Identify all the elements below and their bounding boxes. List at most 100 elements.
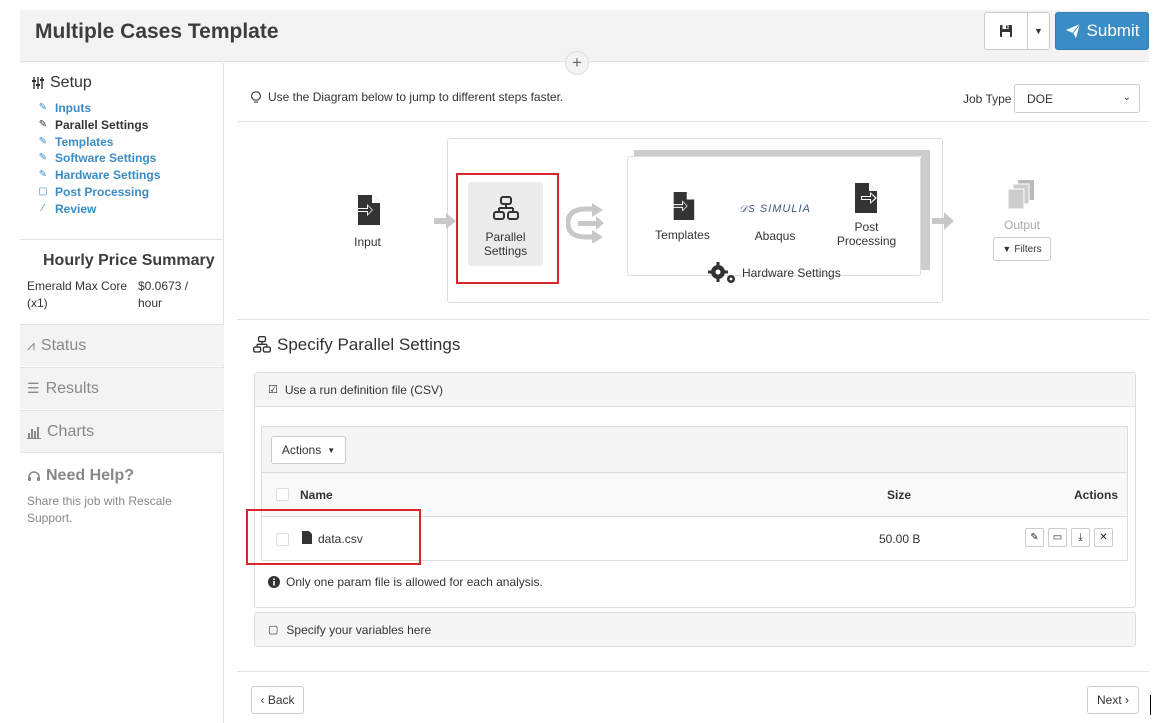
submit-button[interactable]: Submit <box>1055 12 1149 50</box>
square-icon: ▢ <box>268 624 279 636</box>
divider <box>237 121 1149 122</box>
pencil-icon: ✎ <box>1030 532 1039 543</box>
sidebar-item-label: Hardware Settings <box>55 168 161 183</box>
help-text[interactable]: Share this job with Rescale Support. <box>27 493 197 527</box>
diagram-node-output[interactable]: Output <box>990 180 1054 232</box>
charts-label: Charts <box>47 422 95 440</box>
sidebar-item-templates[interactable]: ✎ Templates <box>37 134 160 151</box>
input-label: Input <box>354 235 381 249</box>
paper-plane-icon <box>1065 23 1080 38</box>
sim-box-shadow <box>921 150 930 270</box>
hardware-settings-label: Hardware Settings <box>742 266 841 280</box>
csv-panel-header[interactable]: ☑ Use a run definition file (CSV) <box>255 373 1135 407</box>
col-name-header[interactable]: Name <box>300 488 333 502</box>
checked-edit-icon: ☑ <box>268 384 278 396</box>
expand-header-button[interactable]: + <box>565 51 589 75</box>
select-all-checkbox[interactable] <box>276 488 289 501</box>
file-import-icon <box>355 195 380 225</box>
price-core-value: $0.0673 / hour <box>138 279 189 310</box>
edit-icon: ✎ <box>38 118 48 130</box>
copy-files-icon <box>1007 180 1034 210</box>
sidebar-item-parallel-settings[interactable]: ✎ Parallel Settings <box>37 117 160 134</box>
help-title: Need Help? <box>27 467 134 485</box>
next-button[interactable]: Next › <box>1087 686 1139 714</box>
save-button[interactable] <box>984 12 1028 50</box>
save-options-dropdown[interactable]: ▼ <box>1027 12 1050 50</box>
magic-wand-icon: ⁄ <box>42 202 44 214</box>
sidebar-item-review[interactable]: ⁄ Review <box>37 201 160 218</box>
filter-icon: ▼ <box>1002 244 1012 254</box>
bar-chart-icon <box>27 426 41 439</box>
sidebar-section-results[interactable]: ☰ Results <box>20 367 224 409</box>
text-cursor <box>1150 695 1151 715</box>
heartbeat-icon: ⩘ <box>27 337 35 353</box>
variables-panel-header[interactable]: ▢ Specify your variables here <box>254 612 1136 647</box>
monitor-icon: ▭ <box>1052 532 1063 543</box>
arrow-right-icon <box>434 213 456 229</box>
filters-label: Filters <box>1014 243 1042 255</box>
csv-panel-label: Use a run definition file (CSV) <box>284 382 443 397</box>
actions-dropdown-button[interactable]: Actions ▼ <box>271 436 346 464</box>
post-label-line1: Post <box>854 220 879 234</box>
edit-icon: ✎ <box>38 135 48 147</box>
output-label: Output <box>1003 218 1041 232</box>
sidebar-item-inputs[interactable]: ✎ Inputs <box>37 100 160 117</box>
price-summary-title: Hourly Price Summary <box>43 252 215 269</box>
delete-file-button[interactable]: ✕ <box>1094 528 1113 547</box>
edit-file-button[interactable]: ✎ <box>1025 528 1044 547</box>
edit-icon: ✎ <box>38 169 48 181</box>
section-title: Specify Parallel Settings <box>253 335 460 355</box>
sidebar: Setup ✎ Inputs ✎ Parallel Settings ✎ Templa… <box>20 63 224 723</box>
simulia-logo: 𝒟S SIMULIA <box>735 202 815 217</box>
download-file-button[interactable]: ⤓ <box>1071 528 1090 547</box>
sidebar-section-charts[interactable]: Charts <box>20 410 224 453</box>
diagram-node-post-processing[interactable]: Post Processing <box>833 183 900 248</box>
sidebar-section-status[interactable]: ⩘ Status <box>20 324 224 366</box>
diagram-node-input[interactable]: Input <box>340 195 395 249</box>
ds-logo-icon: 𝒟S <box>739 204 756 215</box>
sidebar-item-label: Inputs <box>55 101 91 115</box>
section-title-label: Specify Parallel Settings <box>277 335 461 354</box>
results-label: Results <box>45 379 99 397</box>
diagram-tip: Use the Diagram below to jump to differe… <box>251 90 563 104</box>
edit-icon: ✎ <box>38 102 48 113</box>
table-toolbar: Actions ▼ <box>262 427 1127 473</box>
sidebar-item-label: Templates <box>55 134 114 149</box>
setup-label: Setup <box>50 74 92 91</box>
sidebar-item-post-processing[interactable]: ▢ Post Processing <box>37 184 160 201</box>
abaqus-label: Abaqus <box>754 229 796 243</box>
diagram-node-abaqus[interactable]: 𝒟S SIMULIA Abaqus <box>735 202 815 243</box>
filters-button[interactable]: ▼ Filters <box>993 237 1051 261</box>
divider <box>237 671 1149 672</box>
status-label: Status <box>40 336 87 354</box>
page-title: Multiple Cases Template <box>35 20 279 43</box>
actions-label: Actions <box>281 443 322 457</box>
close-icon: ✕ <box>1099 532 1108 543</box>
sidebar-item-label: Post Processing <box>55 184 150 199</box>
templates-label: Templates <box>655 228 710 242</box>
setup-heading[interactable]: Setup <box>31 74 92 92</box>
diagram-node-templates[interactable]: Templates <box>650 192 715 242</box>
square-icon: ▢ <box>38 185 48 197</box>
job-type-select[interactable]: DOE ⌄ <box>1014 84 1140 113</box>
sidebar-item-hardware-settings[interactable]: ✎ Hardware Settings <box>37 167 161 184</box>
highlight-box-file <box>246 509 421 565</box>
file-size: 50.00 B <box>879 532 921 546</box>
sidebar-item-software-settings[interactable]: ✎ Software Settings <box>37 150 160 167</box>
headset-icon <box>28 471 40 481</box>
sidebar-item-label: Software Settings <box>55 151 157 166</box>
view-file-button[interactable]: ▭ <box>1048 528 1067 547</box>
post-label-line2: Processing <box>836 234 897 248</box>
sliders-icon <box>32 77 44 89</box>
app-root: Multiple Cases Template ▼ Submit + Setup… <box>0 0 1169 723</box>
lightbulb-icon <box>251 90 261 103</box>
back-button[interactable]: ‹ Back <box>251 686 304 714</box>
setup-steps-list: ✎ Inputs ✎ Parallel Settings ✎ Templates ✎ S… <box>37 100 160 218</box>
sidebar-item-label: Review <box>55 201 97 216</box>
col-actions-header: Actions <box>1074 488 1119 502</box>
price-core-name: Emerald Max Core (x1) <box>27 279 128 310</box>
diagram-node-hardware-settings[interactable]: Hardware Settings <box>708 262 848 284</box>
file-import-icon <box>671 192 694 220</box>
col-size-header[interactable]: Size <box>887 488 911 502</box>
shuffle-icon <box>566 203 604 243</box>
